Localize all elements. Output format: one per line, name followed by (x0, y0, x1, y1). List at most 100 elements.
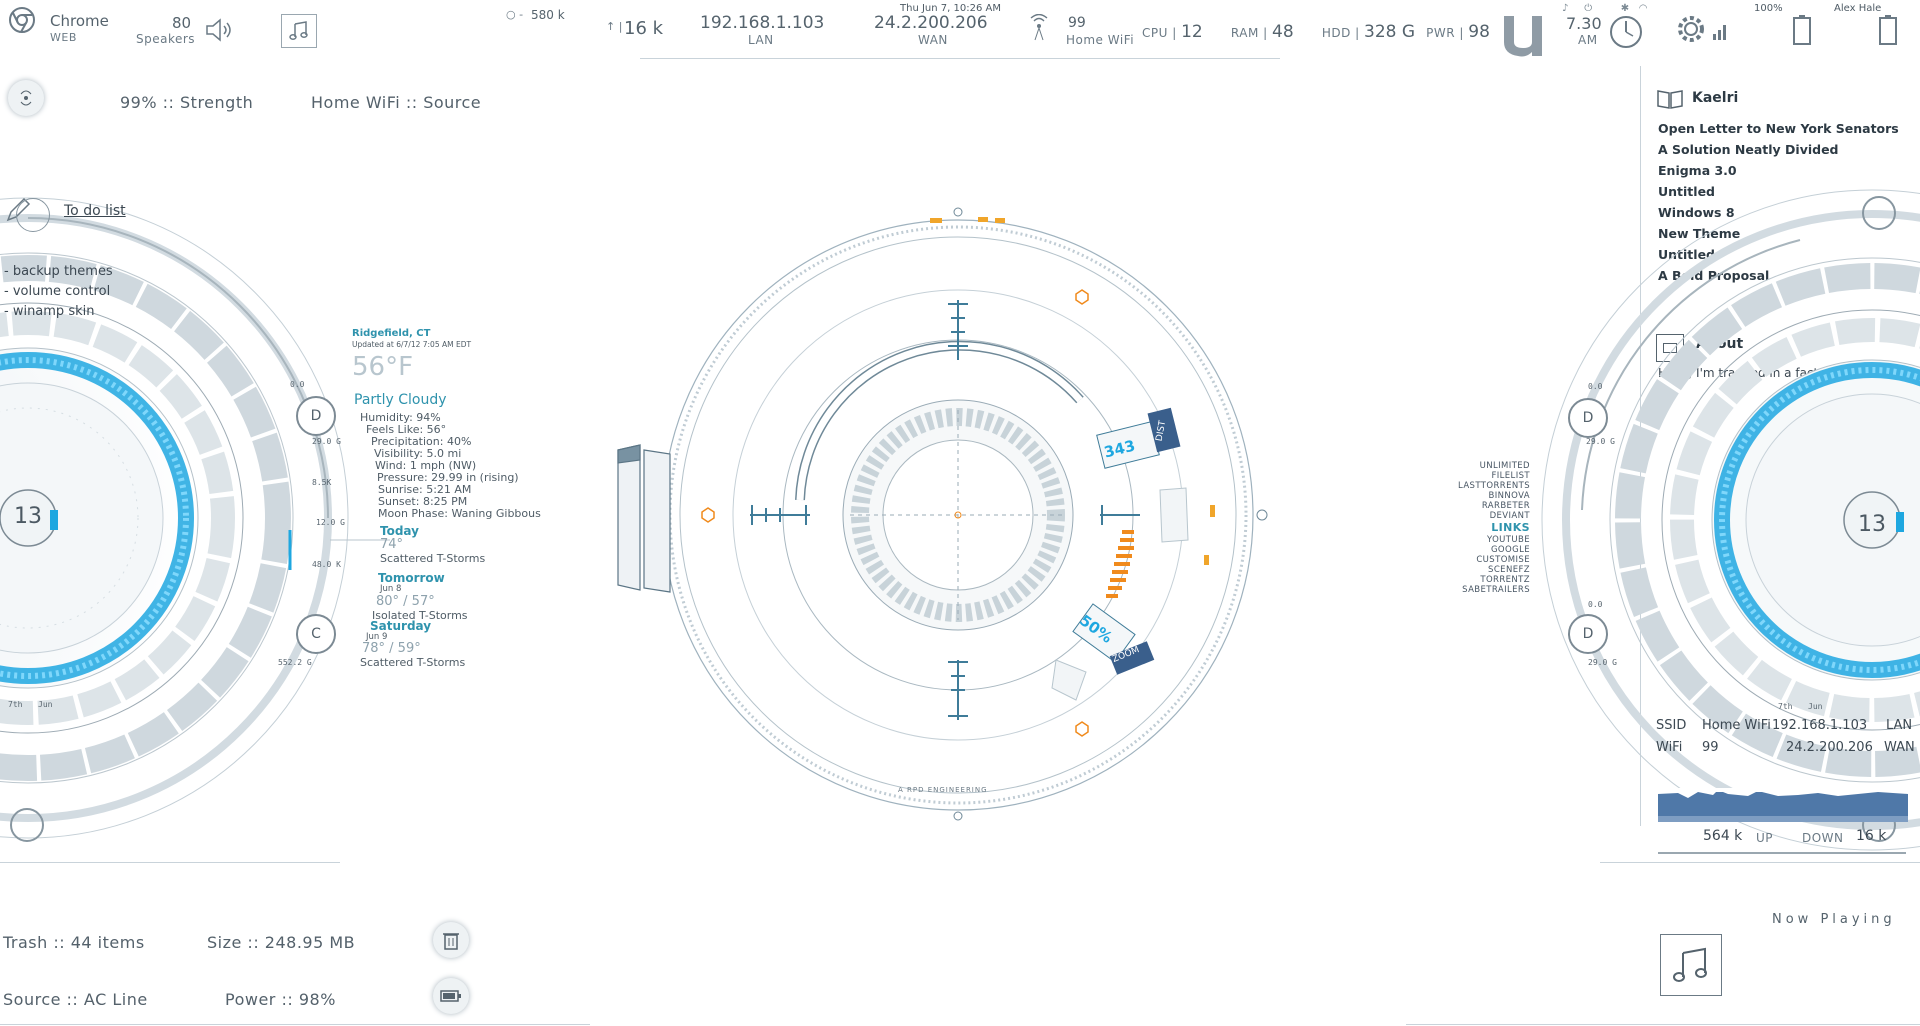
left-dial-knob[interactable] (10, 808, 44, 842)
wan-ip: 24.2.200.206 (874, 13, 988, 33)
pwr-value: 98 (1468, 22, 1490, 42)
browser-label: Chrome (50, 12, 109, 30)
left-dial-val-1: 0.0 (290, 380, 305, 389)
battery-tall-icon-2[interactable] (1876, 14, 1900, 46)
wifi-value-2: 99 (1702, 740, 1719, 755)
hud-caption: A RPD ENGINEERING (898, 786, 988, 794)
net-down-value: 16 k (1856, 828, 1887, 844)
todo-item-2[interactable]: - volume control (4, 284, 110, 299)
net-rate-dot: ○ - (506, 8, 524, 21)
weather-temp: 56°F (352, 352, 414, 382)
right-dial-val-1: 0.0 (1588, 382, 1603, 391)
weather-detail: Moon Phase: Waning Gibbous (378, 507, 541, 520)
mini-status: ♪ ⏻ ✱ ◠ (1562, 3, 1648, 14)
net-up-label: UP (1756, 831, 1774, 845)
battery-pct: 100% (1754, 3, 1783, 14)
weather-tomorrow-temp: 80° / 57° (376, 594, 435, 609)
clock-ampm: AM (1578, 33, 1598, 47)
weather-tomorrow-date: Jun 8 (380, 584, 402, 594)
wifi-value: 99 (1068, 15, 1086, 31)
doc-item[interactable]: Open Letter to New York Senators (1658, 118, 1899, 139)
hdd-value: 328 G (1364, 22, 1416, 42)
link-item[interactable]: DEVIANT (1440, 511, 1530, 521)
net-bar (1658, 852, 1906, 854)
left-dial-d-label: D (310, 408, 322, 424)
date-clock: Thu Jun 7, 10:26 AM (900, 3, 1001, 14)
user-name[interactable]: Alex Hale (1834, 3, 1881, 14)
link-item[interactable]: SABETRAILERS (1440, 585, 1530, 595)
doc-item[interactable]: A Solution Neatly Divided (1658, 139, 1899, 160)
right-dial-d-label-2: D (1582, 626, 1594, 642)
wan-label: WAN (918, 33, 948, 47)
left-dial-val-2: 29.0 G (312, 437, 341, 446)
todo-title[interactable]: To do list (64, 203, 126, 219)
todo-item-1[interactable]: - backup themes (4, 264, 113, 279)
net-wan-label: WAN (1884, 740, 1915, 755)
left-dial-d-button[interactable]: D (296, 396, 336, 436)
link-item[interactable]: TORRENTZ (1440, 575, 1530, 585)
weather-saturday-temp: 78° / 59° (362, 641, 421, 656)
speaker-icon[interactable] (205, 18, 235, 42)
weather-today-temp: 74° (380, 537, 404, 552)
now-playing-title: Now Playing (1772, 912, 1896, 927)
right-dial-val-3: 0.0 (1588, 600, 1603, 609)
wifi-signal-icon[interactable] (8, 80, 44, 116)
left-dial-val-4: 12.0 G (316, 518, 345, 527)
power-source: Source :: AC Line (3, 990, 148, 1009)
link-item[interactable]: FILELIST (1440, 471, 1530, 481)
signal-bars-icon (1712, 22, 1728, 40)
net-ip-lan: 192.168.1.103 (1772, 718, 1868, 733)
right-dial-center: 13 (1858, 512, 1886, 537)
now-playing-music-icon[interactable] (1660, 934, 1722, 996)
left-dial-c-button[interactable]: C (296, 614, 336, 654)
weather-today-cond: Scattered T-Storms (380, 552, 486, 565)
todo-item-3[interactable]: - winamp skin (4, 304, 94, 319)
speakers-label: Speakers (136, 32, 196, 46)
right-dial-knob-top[interactable] (1862, 196, 1896, 230)
gear-icon[interactable] (1674, 12, 1708, 46)
ram-value: 48 (1272, 22, 1294, 42)
wifi-icon[interactable] (1025, 14, 1053, 42)
link-item[interactable]: RARBETER (1440, 501, 1530, 511)
link-item[interactable]: SCENEFZ (1440, 565, 1530, 575)
link-item[interactable]: UNLIMITED (1440, 461, 1530, 471)
utorrent-icon[interactable] (1500, 12, 1546, 60)
link-item[interactable]: YOUTUBE (1440, 535, 1530, 545)
wifi-label-2: WiFi (1656, 740, 1683, 755)
docs-title[interactable]: Kaelri (1692, 90, 1738, 106)
trash-icon[interactable] (433, 922, 469, 958)
stat-separator: | (1455, 26, 1469, 40)
battery-icon[interactable] (433, 978, 469, 1014)
stat-separator: | (1167, 26, 1182, 40)
clock-icon[interactable] (1608, 14, 1644, 50)
right-dial-val-4: 29.0 G (1588, 658, 1617, 667)
book-icon[interactable] (1656, 88, 1684, 110)
center-hud-graphic (617, 207, 1268, 821)
lan-label: LAN (748, 33, 774, 47)
browser-sub: WEB (50, 31, 77, 44)
wifi-source: Home WiFi :: Source (311, 93, 482, 112)
ssid-value: Home WiFi (1702, 718, 1771, 733)
battery-tall-icon[interactable] (1790, 14, 1814, 46)
music-note-icon[interactable] (281, 14, 317, 48)
weather-today-label: Today (380, 524, 419, 538)
link-item[interactable]: BINNOVA (1440, 491, 1530, 501)
link-item[interactable]: GOOGLE (1440, 545, 1530, 555)
right-dial-d-button[interactable]: D (1568, 398, 1608, 438)
left-dial-center: 13 (14, 504, 42, 529)
net-rate: 580 k (531, 8, 565, 22)
weather-location[interactable]: Ridgefield, CT (352, 328, 430, 339)
right-dial-d-button-2[interactable]: D (1568, 614, 1608, 654)
stat-separator: | (1350, 26, 1365, 40)
left-dial-c-label: C (311, 626, 321, 642)
weather-saturday-label: Saturday (370, 619, 432, 633)
todo-circle (16, 198, 50, 232)
net-lan-label: LAN (1886, 718, 1913, 733)
link-item[interactable]: LASTTORRENTS (1440, 481, 1530, 491)
trash-count: Trash :: 44 items (3, 933, 145, 952)
pwr-label: PWR (1426, 26, 1456, 40)
link-item[interactable]: CUSTOMISE (1440, 555, 1530, 565)
left-dial-graphic (0, 197, 390, 839)
chrome-icon[interactable] (8, 6, 36, 34)
stat-separator: | (1258, 26, 1272, 40)
